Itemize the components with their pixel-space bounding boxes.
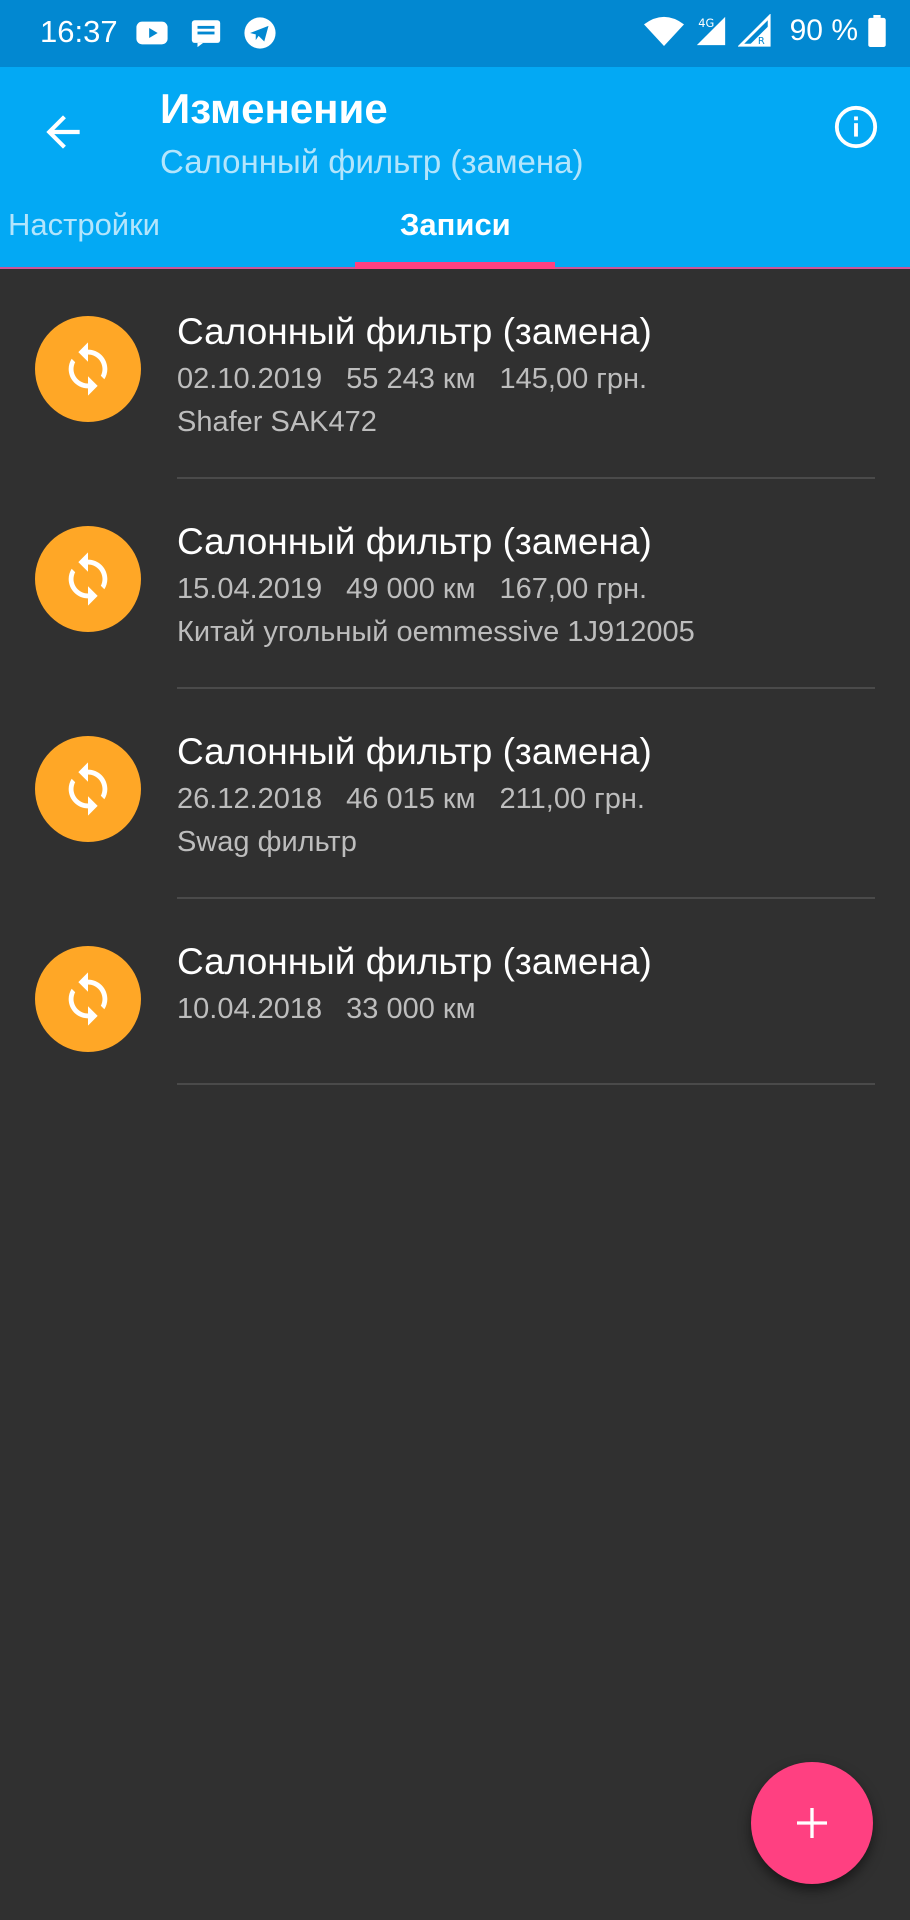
record-meta: 15.04.2019 49 000 км 167,00 грн. — [177, 573, 647, 606]
wifi-icon — [643, 16, 684, 46]
svg-text:4G: 4G — [698, 16, 714, 30]
list-item[interactable]: Салонный фильтр (замена) 26.12.2018 46 01… — [0, 689, 910, 899]
arrow-left-icon[interactable] — [38, 107, 88, 157]
record-mileage: 46 015 км — [346, 783, 476, 815]
record-cost: 167,00 грн. — [499, 573, 648, 605]
battery-icon — [868, 15, 886, 47]
record-meta: 02.10.2019 55 243 км 145,00 грн. — [177, 363, 647, 396]
record-note: Shafer SAK472 — [177, 406, 377, 438]
record-meta: 10.04.2018 33 000 км — [177, 993, 476, 1026]
record-title: Салонный фильтр (замена) — [177, 521, 652, 562]
plus-icon — [797, 1808, 827, 1838]
divider — [177, 1083, 875, 1085]
record-avatar — [35, 946, 141, 1052]
page-title: Изменение — [160, 85, 388, 132]
signal-4g-icon: 4G — [696, 16, 725, 46]
record-cost: 145,00 грн. — [499, 363, 648, 395]
page-subtitle: Салонный фильтр (замена) — [160, 143, 584, 180]
list-item[interactable]: Салонный фильтр (замена) 02.10.2019 55 24… — [0, 269, 910, 479]
record-avatar — [35, 316, 141, 422]
record-avatar — [35, 736, 141, 842]
refresh-icon — [68, 552, 108, 606]
status-time: 16:37 — [40, 14, 118, 49]
record-date: 02.10.2019 — [177, 363, 323, 395]
list-item[interactable]: Салонный фильтр (замена) 15.04.2019 49 00… — [0, 479, 910, 689]
record-mileage: 49 000 км — [346, 573, 476, 605]
record-avatar — [35, 526, 141, 632]
record-title: Салонный фильтр (замена) — [177, 941, 652, 982]
signal-roaming-icon: R — [737, 14, 771, 47]
record-mileage: 55 243 км — [346, 363, 476, 395]
app-bar: Изменение Салонный фильтр (замена) Настр… — [0, 67, 910, 269]
refresh-icon — [68, 762, 108, 816]
status-icons-right: 4G R 90 % — [643, 14, 886, 48]
telegram-icon — [244, 17, 276, 49]
youtube-icon — [136, 21, 168, 45]
list-item[interactable]: Салонный фильтр (замена) 10.04.2018 33 00… — [0, 899, 910, 1085]
records-list: Салонный фильтр (замена) 02.10.2019 55 24… — [0, 269, 910, 1085]
svg-text:R: R — [757, 36, 764, 47]
record-meta: 26.12.2018 46 015 км 211,00 грн. — [177, 783, 645, 816]
tab-settings[interactable]: Настройки — [8, 207, 160, 243]
status-bar: 16:37 4G R 90 % — [0, 0, 910, 67]
record-cost: 211,00 грн. — [499, 783, 645, 815]
record-note: Swag фильтр — [177, 826, 357, 858]
battery-percent: 90 % — [789, 14, 858, 47]
record-title: Салонный фильтр (замена) — [177, 731, 652, 772]
add-record-button[interactable] — [751, 1762, 873, 1884]
refresh-icon — [68, 972, 108, 1026]
record-title: Салонный фильтр (замена) — [177, 311, 652, 352]
info-icon[interactable] — [833, 104, 879, 150]
record-mileage: 33 000 км — [346, 993, 476, 1025]
tab-records[interactable]: Записи — [400, 207, 511, 243]
record-date: 15.04.2019 — [177, 573, 323, 605]
record-date: 26.12.2018 — [177, 783, 323, 815]
message-icon — [191, 20, 221, 48]
record-date: 10.04.2018 — [177, 993, 323, 1025]
status-icons-left — [135, 16, 277, 50]
record-note: Китай угольный oemmessive 1J912005 — [177, 616, 695, 648]
refresh-icon — [68, 342, 108, 396]
